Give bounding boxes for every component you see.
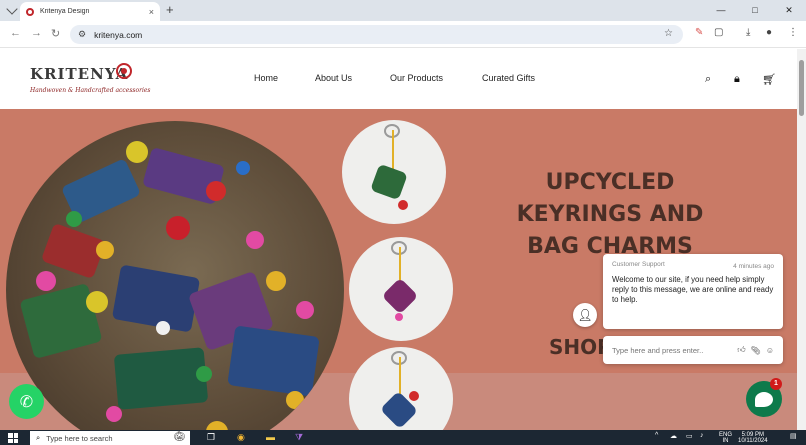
site-info-icon[interactable]: ⚙ <box>78 29 86 40</box>
nav-about-us[interactable]: About Us <box>315 73 352 83</box>
language-indicator[interactable]: ENG IN <box>719 432 732 444</box>
region-code: IN <box>722 438 729 444</box>
nav-home[interactable]: Home <box>254 73 278 83</box>
logo-tagline: Handwoven & Handcrafted accessories <box>30 87 151 94</box>
window-controls: — □ ✕ <box>704 0 806 21</box>
profile-avatar-icon[interactable]: ● <box>766 27 772 38</box>
headline-line-2: KEYRINGS AND <box>516 202 704 227</box>
product-thumb-pink-keyring[interactable] <box>349 237 453 341</box>
visual-studio-icon[interactable]: ⧩ <box>295 432 303 443</box>
tab-title: Kritenya Design <box>40 8 90 15</box>
site-favicon-icon <box>26 7 34 16</box>
cart-icon[interactable]: 🛒︎ <box>762 73 776 86</box>
forward-icon[interactable]: → <box>31 27 42 39</box>
menu-kebab-icon[interactable]: ⋮ <box>788 27 798 38</box>
product-thumb-green-keyring[interactable] <box>342 120 446 224</box>
clock[interactable]: 5:09 PM 10/11/2024 <box>738 432 768 444</box>
emoji-icon[interactable]: ☺ <box>766 346 774 355</box>
minimize-button[interactable]: — <box>704 0 738 21</box>
task-view-icon[interactable]: ❐ <box>207 432 215 443</box>
logo-wordmark: KRITENYA <box>30 65 129 83</box>
maximize-button[interactable]: □ <box>738 0 772 21</box>
hero-headline: UPCYCLED KEYRINGS AND BAG CHARMS <box>503 167 717 263</box>
chat-launcher-button[interactable]: 1 <box>746 378 782 417</box>
file-explorer-icon[interactable]: ▬ <box>266 432 275 442</box>
chat-message-popup[interactable]: Customer Support 4 minutes ago Welcome t… <box>603 254 783 329</box>
whatsapp-button[interactable]: ✆ <box>9 384 44 419</box>
chat-input-box[interactable]: 👍︎ 📎︎ ☺ <box>603 336 783 364</box>
halloween-pumpkin-icon: 🎃︎ <box>173 431 186 442</box>
attachment-icon[interactable]: 📎︎ <box>751 346 761 355</box>
clock-date: 10/11/2024 <box>738 438 768 444</box>
taskbar-search-box[interactable]: ⌕ Type here to search 🎃︎ <box>30 431 190 445</box>
chat-welcome-message: Welcome to our site, if you need help si… <box>612 275 774 304</box>
address-bar[interactable]: ⚙ kritenya.com ☆ <box>70 25 683 44</box>
headline-line-1: UPCYCLED <box>545 170 675 195</box>
chat-input-field[interactable] <box>612 345 733 355</box>
chat-bubble-icon <box>755 391 773 407</box>
product-thumb-blue-keyring[interactable] <box>349 347 453 430</box>
extension-icon[interactable]: ✎ <box>695 27 703 38</box>
tray-arrow-icon[interactable]: ^ <box>655 432 658 439</box>
notifications-icon[interactable]: ▤ <box>790 432 797 440</box>
windows-taskbar: ⌕ Type here to search 🎃︎ ❐ ◉ ▬ ⧩ ^ ☁ ▭ ♪… <box>0 430 806 445</box>
windows-start-icon[interactable] <box>8 433 18 443</box>
taskbar-search-icon: ⌕ <box>36 433 41 442</box>
site-logo[interactable]: KRITENYA Handwoven & Handcrafted accesso… <box>30 63 151 94</box>
logo-mark-icon <box>116 63 132 79</box>
whatsapp-icon: ✆ <box>19 393 34 411</box>
back-icon[interactable]: ← <box>10 27 21 39</box>
hero-keyrings-image <box>6 121 344 430</box>
extensions-puzzle-icon[interactable]: ▢ <box>714 27 723 38</box>
nav-curated-gifts[interactable]: Curated Gifts <box>482 73 535 83</box>
browser-toolbar: ← → ↻ ⚙ kritenya.com ☆ ✎ ▢ ⤓ ● ⋮ <box>0 21 806 48</box>
battery-icon[interactable]: ▭ <box>686 432 693 440</box>
bookmark-star-icon[interactable]: ☆ <box>664 28 673 39</box>
lock-icon[interactable]: 🔒︎ <box>734 73 740 86</box>
new-tab-button[interactable]: + <box>166 2 174 17</box>
browser-tab-bar: Kritenya Design × + — □ ✕ <box>0 0 806 21</box>
chat-time-ago: 4 minutes ago <box>733 263 774 270</box>
nav-our-products[interactable]: Our Products <box>390 73 443 83</box>
url-text[interactable]: kritenya.com <box>94 30 142 40</box>
search-icon[interactable]: ⌕ <box>705 73 711 86</box>
close-window-button[interactable]: ✕ <box>772 0 806 21</box>
chrome-taskbar-icon[interactable]: ◉ <box>237 432 245 443</box>
taskbar-search-placeholder: Type here to search <box>46 433 113 443</box>
thumbs-up-icon[interactable]: 👍︎ <box>737 345 745 355</box>
download-icon[interactable]: ⤓ <box>746 27 750 38</box>
browser-tab[interactable]: Kritenya Design × <box>20 2 160 21</box>
volume-icon[interactable]: ♪ <box>700 432 704 439</box>
network-icon[interactable]: ☁ <box>670 432 677 440</box>
scrollbar-thumb[interactable] <box>799 60 804 116</box>
support-agent-avatar: 👤︎ <box>573 303 597 327</box>
chat-unread-badge: 1 <box>770 378 782 390</box>
reload-icon[interactable]: ↻ <box>51 27 60 40</box>
tab-search-icon[interactable] <box>6 3 18 15</box>
tab-close-icon[interactable]: × <box>149 7 154 17</box>
site-header: KRITENYA Handwoven & Handcrafted accesso… <box>0 49 797 109</box>
